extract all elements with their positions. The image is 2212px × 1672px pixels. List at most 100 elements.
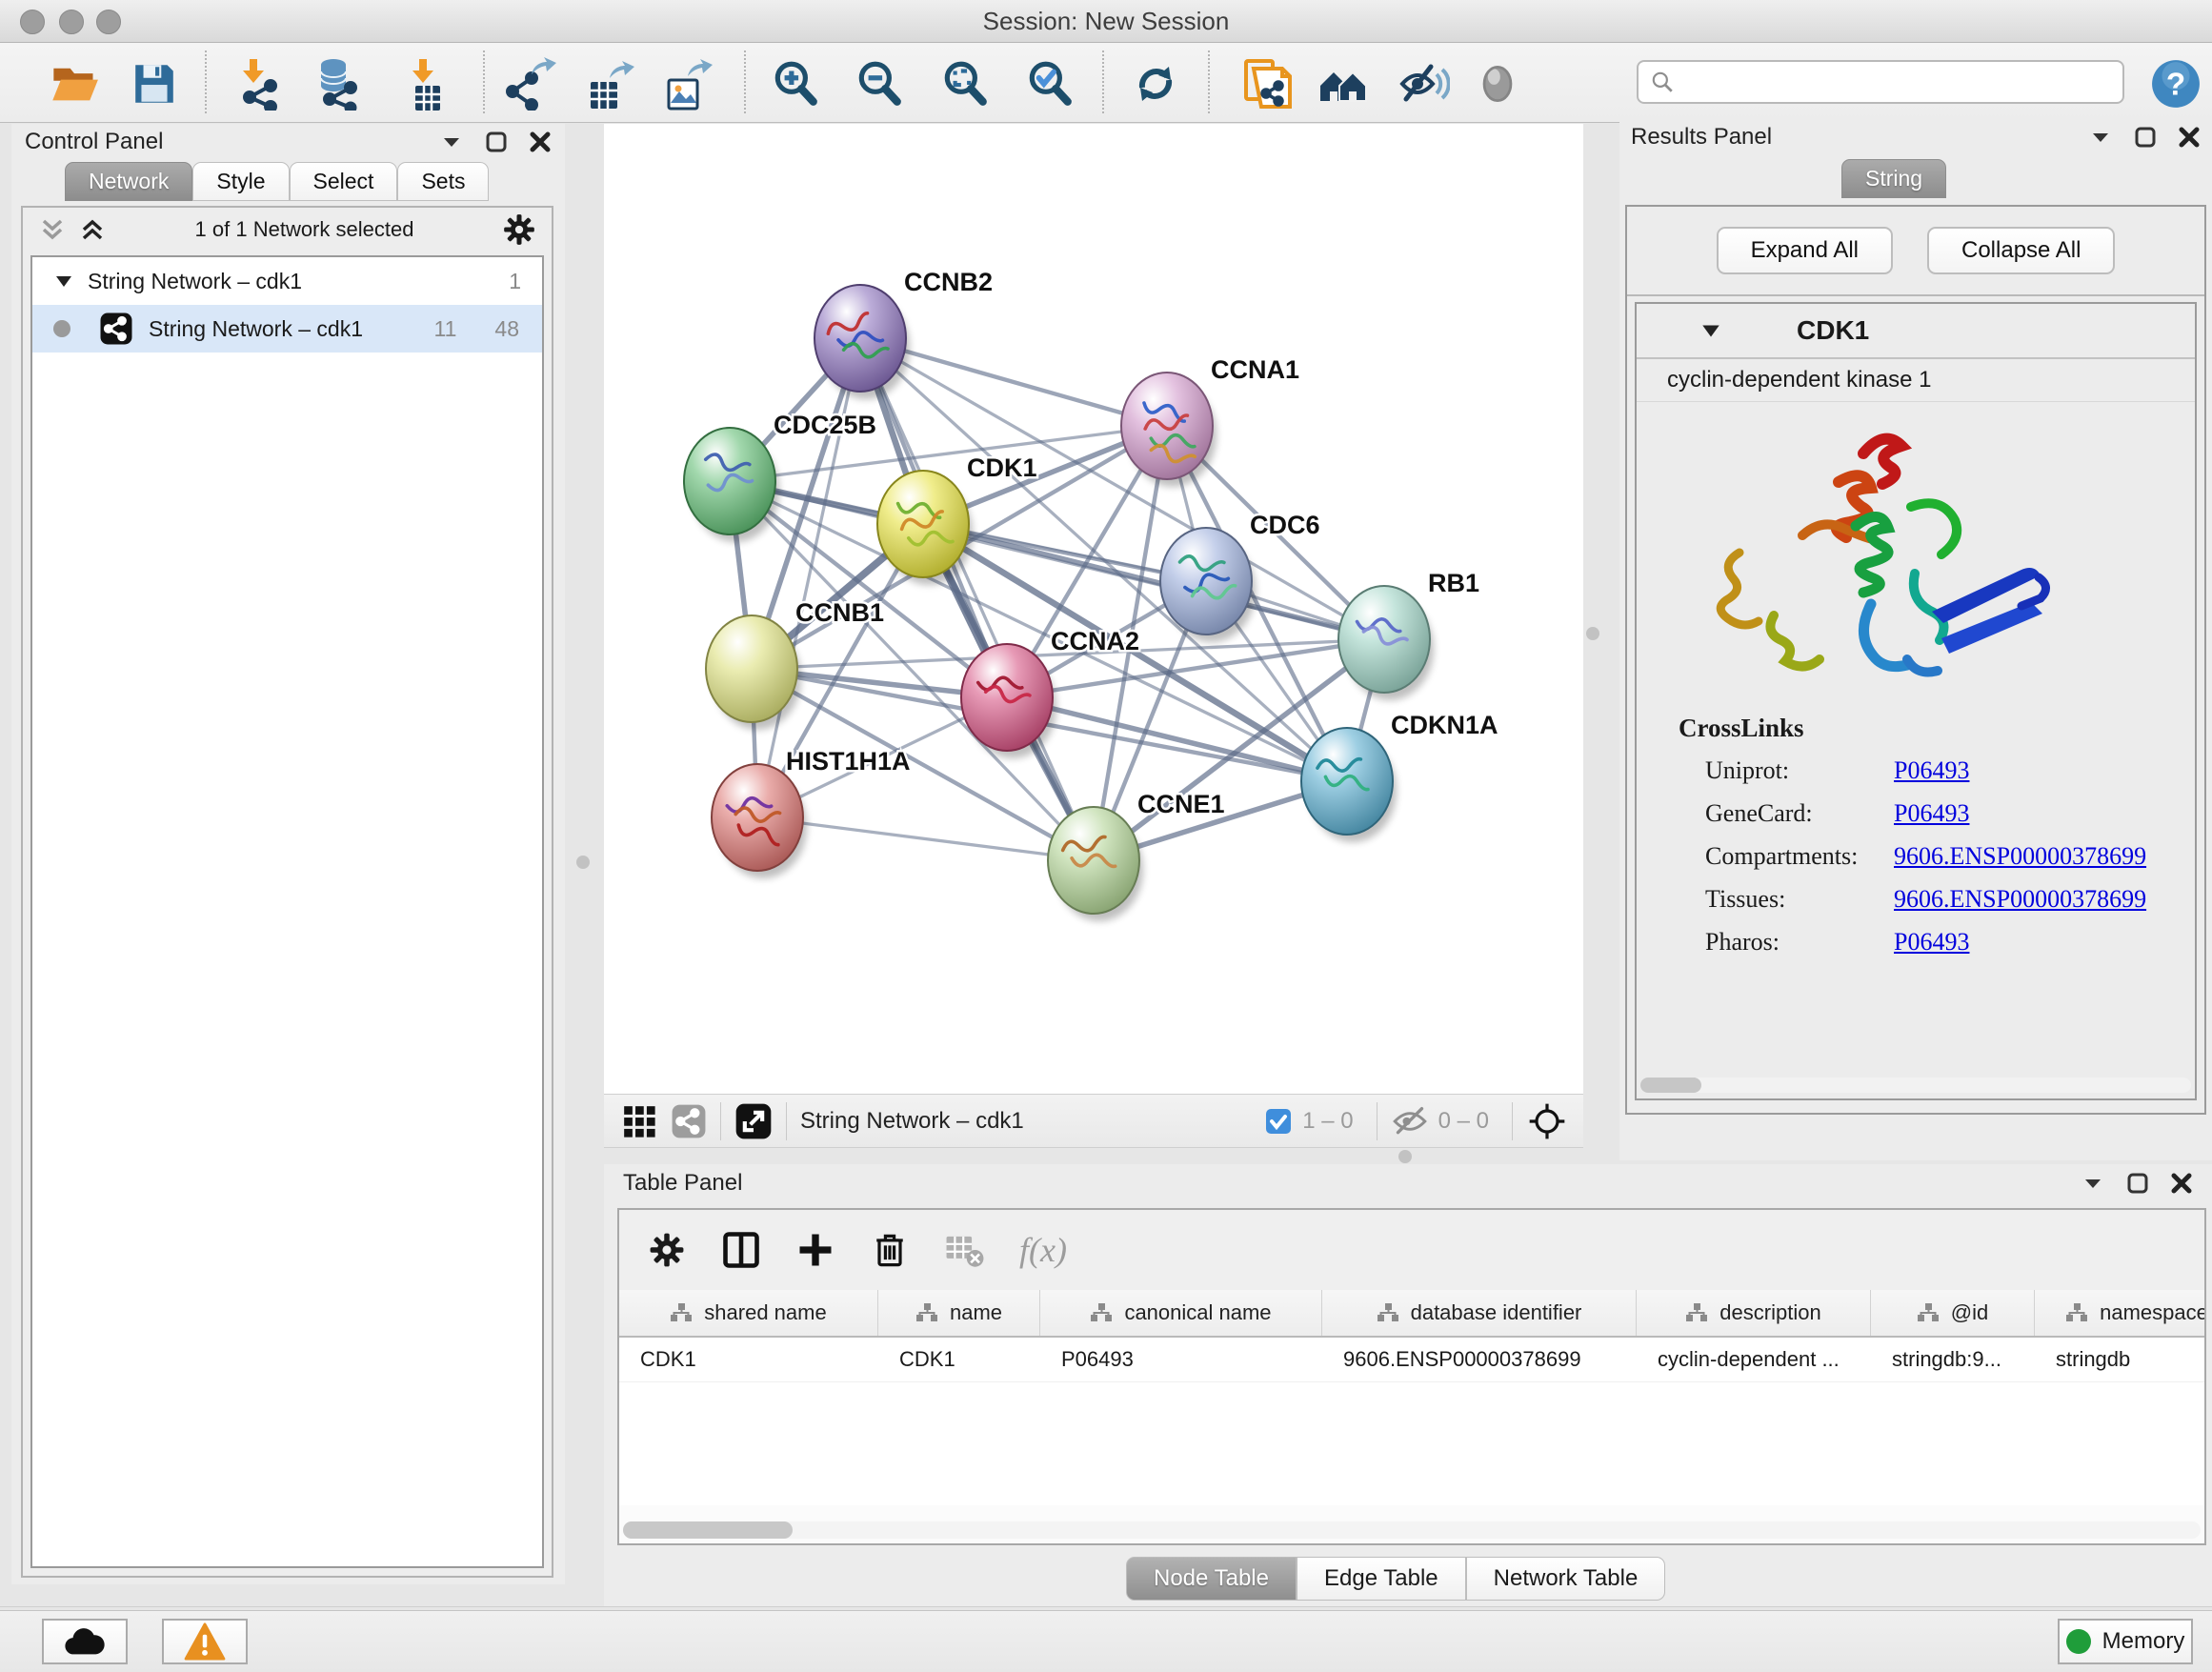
zoom-out-button[interactable] bbox=[853, 57, 906, 111]
hide-selected-button[interactable] bbox=[1397, 57, 1450, 111]
add-column-icon[interactable] bbox=[794, 1229, 836, 1271]
crosslink-link[interactable]: P06493 bbox=[1894, 756, 1969, 785]
collapse-all-icon[interactable] bbox=[36, 215, 69, 244]
memory-button[interactable]: Memory bbox=[2058, 1619, 2193, 1664]
copy-network-button[interactable] bbox=[1240, 57, 1294, 111]
column-header--id[interactable]: @id bbox=[1871, 1290, 2035, 1336]
panel-menu-icon[interactable] bbox=[439, 130, 464, 154]
network-node-cdc6[interactable] bbox=[1160, 528, 1252, 635]
column-header-name[interactable]: name bbox=[878, 1290, 1040, 1336]
crosslink-link[interactable]: 9606.ENSP00000378699 bbox=[1894, 885, 2146, 914]
zoom-fit-button[interactable] bbox=[938, 57, 992, 111]
tree-expand-icon[interactable] bbox=[53, 271, 74, 292]
right-splitter-handle[interactable] bbox=[1586, 627, 1599, 640]
column-header-shared-name[interactable]: shared name bbox=[619, 1290, 878, 1336]
network-node-cdc25b[interactable] bbox=[684, 428, 775, 534]
network-badge-icon[interactable] bbox=[671, 1103, 707, 1139]
tab-network[interactable]: Network bbox=[65, 162, 192, 201]
network-node-hist1h1a[interactable] bbox=[712, 764, 803, 871]
close-panel-icon[interactable] bbox=[2170, 1172, 2193, 1195]
network-node-ccnb1[interactable] bbox=[706, 615, 797, 722]
network-collection-row[interactable]: String Network – cdk1 1 bbox=[32, 257, 542, 305]
column-header-canonical-name[interactable]: canonical name bbox=[1040, 1290, 1322, 1336]
collapse-section-icon[interactable] bbox=[1699, 319, 1722, 342]
cloud-status-button[interactable] bbox=[42, 1619, 128, 1664]
expand-all-button[interactable]: Expand All bbox=[1717, 227, 1893, 274]
network-row[interactable]: String Network – cdk1 11 48 bbox=[32, 305, 542, 353]
float-panel-icon[interactable] bbox=[485, 131, 508, 153]
table-cell[interactable]: CDK1 bbox=[619, 1338, 878, 1381]
show-all-button[interactable] bbox=[1471, 57, 1524, 111]
tab-select[interactable]: Select bbox=[290, 162, 398, 201]
tab-edge-table[interactable]: Edge Table bbox=[1297, 1557, 1466, 1601]
panel-menu-icon[interactable] bbox=[2081, 1171, 2105, 1196]
crosslink-link[interactable]: P06493 bbox=[1894, 799, 1969, 828]
export-network-button[interactable] bbox=[503, 57, 556, 111]
crosslink-link[interactable]: 9606.ENSP00000378699 bbox=[1894, 842, 2146, 871]
network-node-cdk1[interactable] bbox=[877, 471, 969, 577]
delete-table-icon[interactable] bbox=[943, 1231, 987, 1269]
close-panel-icon[interactable] bbox=[2178, 126, 2201, 149]
column-header-namespace[interactable]: namespace bbox=[2035, 1290, 2204, 1336]
help-button[interactable]: ? bbox=[2149, 57, 2202, 111]
collapse-all-button[interactable]: Collapse All bbox=[1927, 227, 2115, 274]
import-table-from-file-button[interactable] bbox=[400, 57, 453, 111]
export-table-button[interactable] bbox=[583, 57, 636, 111]
results-scrollbar-thumb[interactable] bbox=[1640, 1078, 1701, 1093]
table-cell[interactable]: stringdb bbox=[2035, 1338, 2204, 1381]
float-panel-icon[interactable] bbox=[2126, 1172, 2149, 1195]
network-canvas[interactable]: CCNB2CCNA1CDC25BCDK1CDC6RB1CCNB1CCNA2CDK… bbox=[604, 124, 1583, 1094]
gear-icon[interactable] bbox=[500, 211, 538, 249]
network-node-ccna1[interactable] bbox=[1121, 373, 1213, 479]
search-input[interactable] bbox=[1675, 68, 2098, 96]
network-node-ccnb2[interactable] bbox=[814, 285, 906, 392]
float-panel-icon[interactable] bbox=[2134, 126, 2157, 149]
results-scrollbar[interactable] bbox=[1640, 1078, 2191, 1093]
save-session-button[interactable] bbox=[128, 57, 181, 111]
column-header-description[interactable]: description bbox=[1637, 1290, 1871, 1336]
table-scrollbar-thumb[interactable] bbox=[623, 1521, 793, 1539]
network-node-ccne1[interactable] bbox=[1048, 807, 1139, 914]
delete-column-icon[interactable] bbox=[869, 1229, 911, 1271]
network-node-ccna2[interactable] bbox=[961, 644, 1053, 751]
apply-layout-button[interactable] bbox=[1129, 57, 1182, 111]
grid-view-icon[interactable] bbox=[621, 1103, 657, 1139]
panel-menu-icon[interactable] bbox=[2088, 125, 2113, 150]
table-scrollbar[interactable] bbox=[623, 1521, 2201, 1539]
selected-checkbox-icon[interactable] bbox=[1264, 1107, 1293, 1136]
table-row[interactable]: CDK1CDK1P064939606.ENSP00000378699cyclin… bbox=[619, 1338, 2204, 1382]
table-settings-gear-icon[interactable] bbox=[646, 1229, 688, 1271]
zoom-selected-button[interactable] bbox=[1023, 57, 1076, 111]
column-header-database-identifier[interactable]: database identifier bbox=[1322, 1290, 1637, 1336]
network-node-cdkn1a[interactable] bbox=[1301, 728, 1393, 835]
tab-sets[interactable]: Sets bbox=[397, 162, 489, 201]
table-cell[interactable]: cyclin-dependent ... bbox=[1637, 1338, 1871, 1381]
table-cell[interactable]: P06493 bbox=[1040, 1338, 1322, 1381]
birds-eye-view-icon[interactable] bbox=[1526, 1100, 1568, 1142]
show-columns-icon[interactable] bbox=[720, 1229, 762, 1271]
left-splitter-handle[interactable] bbox=[576, 856, 590, 869]
tab-network-table[interactable]: Network Table bbox=[1466, 1557, 1666, 1601]
function-builder-icon[interactable]: f(x) bbox=[1019, 1230, 1067, 1270]
network-node-rb1[interactable] bbox=[1338, 586, 1430, 693]
import-network-from-file-button[interactable] bbox=[232, 57, 286, 111]
table-cell[interactable]: 9606.ENSP00000378699 bbox=[1322, 1338, 1637, 1381]
open-in-browser-icon[interactable] bbox=[734, 1102, 773, 1140]
first-neighbors-button[interactable] bbox=[1317, 57, 1370, 111]
zoom-in-button[interactable] bbox=[769, 57, 822, 111]
hidden-eye-slash-icon[interactable] bbox=[1391, 1105, 1429, 1138]
search-field[interactable] bbox=[1637, 60, 2124, 104]
string-network-graph[interactable]: CCNB2CCNA1CDC25BCDK1CDC6RB1CCNB1CCNA2CDK… bbox=[604, 124, 1583, 1094]
open-session-button[interactable] bbox=[48, 57, 101, 111]
tab-style[interactable]: Style bbox=[192, 162, 289, 201]
node-table[interactable]: shared namenamecanonical namedatabase id… bbox=[619, 1290, 2204, 1505]
tab-string[interactable]: String bbox=[1841, 159, 1946, 198]
tab-node-table[interactable]: Node Table bbox=[1126, 1557, 1297, 1601]
table-cell[interactable]: stringdb:9... bbox=[1871, 1338, 2035, 1381]
bottom-splitter-handle[interactable] bbox=[1398, 1150, 1412, 1163]
warnings-button[interactable] bbox=[162, 1619, 248, 1664]
import-network-from-database-button[interactable] bbox=[309, 57, 362, 111]
crosslink-link[interactable]: P06493 bbox=[1894, 928, 1969, 957]
export-image-button[interactable] bbox=[661, 57, 714, 111]
close-panel-icon[interactable] bbox=[529, 131, 552, 153]
